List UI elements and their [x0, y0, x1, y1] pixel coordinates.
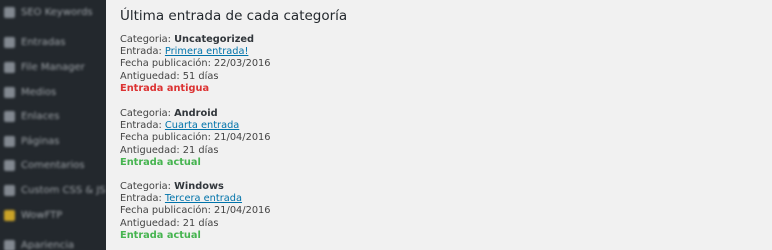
entry-status: Entrada antigua [120, 82, 210, 94]
date-line: Fecha publicación: 21/04/2016 [120, 132, 271, 144]
category-entry-block: Categoria: Windows Entrada: Tercera entr… [120, 181, 271, 242]
post-age: 51 días [182, 70, 219, 82]
post-age: 21 días [182, 144, 219, 156]
post-link[interactable]: Cuarta entrada [165, 120, 239, 131]
sidebar-item-entradas[interactable]: Entradas [0, 31, 106, 56]
sidebar-item-apariencia[interactable]: Apariencia [0, 233, 106, 250]
category-line: Categoria: Android [120, 108, 218, 119]
sidebar-item-label: Medios [21, 86, 57, 98]
age-line: Antiguedad: 21 días [120, 217, 219, 229]
media-icon [4, 86, 15, 98]
sidebar-item-label: Custom CSS & JS [21, 184, 106, 196]
comment-icon [4, 160, 15, 172]
code-icon [4, 184, 15, 196]
category-entry-block: Categoria: Uncategorized Entrada: Primer… [120, 34, 271, 95]
post-age: 21 días [182, 217, 219, 229]
folder-icon [4, 209, 15, 221]
category-name: Windows [174, 181, 224, 192]
post-line: Entrada: Tercera entrada [120, 193, 242, 205]
category-entry-block: Categoria: Android Entrada: Cuarta entra… [120, 108, 271, 169]
pin-icon [4, 37, 15, 49]
gear-icon [4, 61, 15, 73]
date-line: Fecha publicación: 21/04/2016 [120, 205, 271, 217]
sidebar-item-paginas[interactable]: Páginas [0, 129, 106, 154]
age-line: Antiguedad: 51 días [120, 70, 219, 82]
sidebar-item-label: Enlaces [21, 111, 60, 123]
sidebar-item-label: Apariencia [21, 240, 75, 250]
sidebar-item-label: File Manager [21, 61, 85, 73]
sidebar-item-label: Comentarios [21, 160, 85, 172]
sidebar-item-custom-css-js[interactable]: Custom CSS & JS [0, 178, 106, 203]
sidebar-item-label: Páginas [21, 135, 60, 147]
sidebar-item-enlaces[interactable]: Enlaces [0, 104, 106, 129]
publish-date: 22/03/2016 [214, 58, 271, 70]
sidebar-item-wowftp[interactable]: WowFTP [0, 203, 106, 228]
seo-icon [4, 6, 15, 18]
post-link[interactable]: Tercera entrada [165, 193, 242, 204]
main-content: Última entrada de cada categoría Categor… [106, 0, 772, 250]
post-line: Entrada: Primera entrada! [120, 46, 249, 58]
publish-date: 21/04/2016 [214, 205, 271, 217]
age-line: Antiguedad: 21 días [120, 144, 219, 156]
date-line: Fecha publicación: 22/03/2016 [120, 58, 271, 70]
admin-sidebar: SEO Keywords Entradas File Manager Medio… [0, 0, 106, 250]
category-line: Categoria: Windows [120, 181, 224, 192]
post-link[interactable]: Primera entrada! [165, 46, 248, 57]
entry-status: Entrada actual [120, 229, 201, 241]
page-icon [4, 135, 15, 147]
link-icon [4, 111, 15, 123]
post-line: Entrada: Cuarta entrada [120, 120, 240, 132]
brush-icon [4, 240, 15, 250]
category-name: Uncategorized [174, 34, 255, 45]
sidebar-item-comentarios[interactable]: Comentarios [0, 154, 106, 179]
publish-date: 21/04/2016 [214, 132, 271, 144]
entry-status: Entrada actual [120, 156, 201, 168]
category-name: Android [174, 108, 218, 119]
sidebar-item-file-manager[interactable]: File Manager [0, 55, 106, 80]
page-title: Última entrada de cada categoría [120, 8, 348, 24]
sidebar-item-medios[interactable]: Medios [0, 80, 106, 105]
category-line: Categoria: Uncategorized [120, 34, 255, 45]
sidebar-item-label: SEO Keywords [21, 6, 93, 18]
sidebar-item-label: Entradas [21, 37, 66, 49]
sidebar-item-label: WowFTP [21, 209, 63, 221]
sidebar-item-seo-keywords[interactable]: SEO Keywords [0, 0, 106, 25]
